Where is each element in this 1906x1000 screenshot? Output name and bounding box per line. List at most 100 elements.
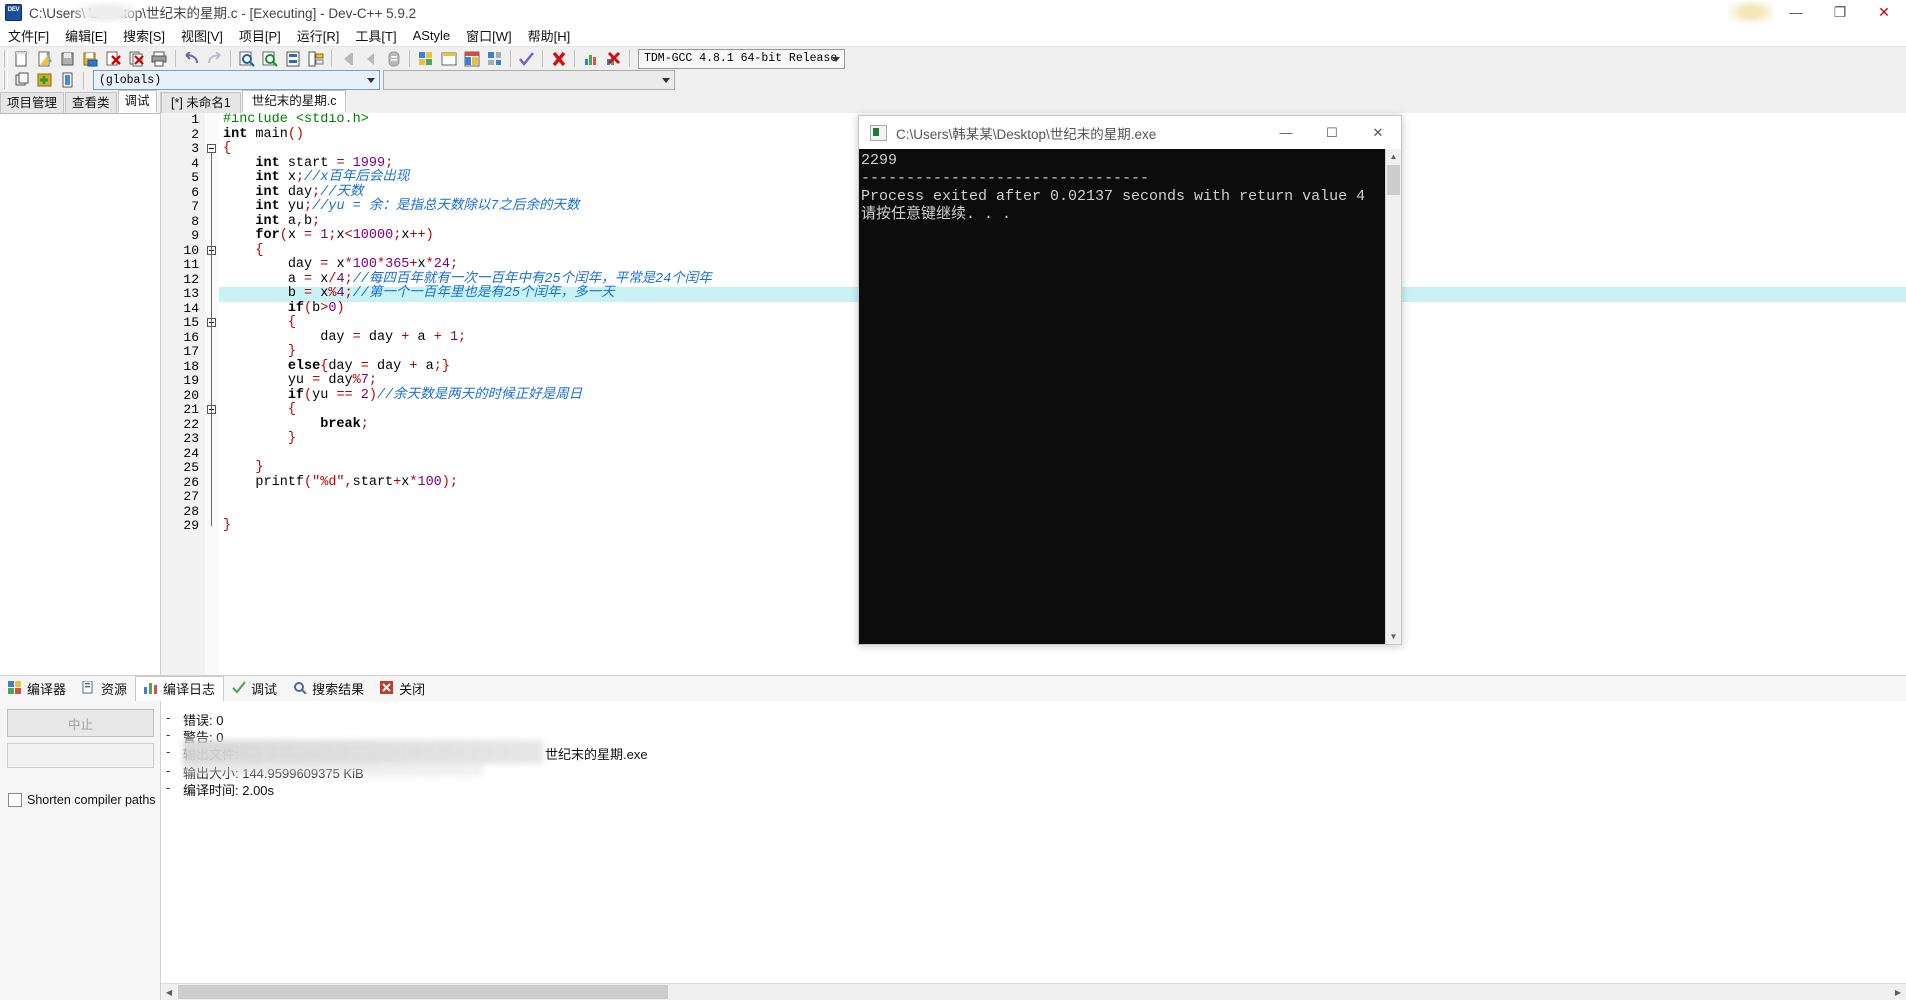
line-fold-cell[interactable] bbox=[205, 417, 219, 432]
bottom-tab-debug[interactable]: 调试 bbox=[224, 677, 285, 700]
undo-icon[interactable] bbox=[181, 49, 202, 68]
console-scroll-thumb[interactable] bbox=[1387, 165, 1400, 195]
line-fold-cell[interactable] bbox=[205, 185, 219, 200]
shorten-paths-checkbox[interactable] bbox=[8, 793, 22, 807]
line-fold-cell[interactable] bbox=[205, 301, 219, 316]
line-number: 24 bbox=[183, 445, 199, 461]
console-maximize-button[interactable]: ☐ bbox=[1309, 116, 1355, 149]
line-fold-cell[interactable] bbox=[205, 272, 219, 287]
bottom-tab-compiler[interactable]: 编译器 bbox=[0, 677, 74, 700]
line-fold-cell[interactable] bbox=[205, 388, 219, 403]
log-scroll-thumb[interactable] bbox=[178, 985, 668, 999]
back-icon[interactable] bbox=[337, 49, 358, 68]
compile-log-output[interactable]: - 错误: 0 - 警告: 0 - 输出文件: 世纪末的星期.exe - 输出大… bbox=[161, 701, 1906, 1000]
editor-tab-active-file[interactable]: 世纪末的星期.c bbox=[241, 90, 347, 113]
bottom-tab-search-results[interactable]: 搜索结果 bbox=[285, 677, 372, 700]
compiler-set-combobox[interactable]: TDM-GCC 4.8.1 64-bit Release bbox=[638, 48, 845, 69]
line-fold-cell[interactable] bbox=[205, 446, 219, 461]
toolbar-grip[interactable] bbox=[3, 49, 8, 68]
save-icon[interactable] bbox=[57, 49, 78, 68]
line-fold-cell[interactable] bbox=[205, 504, 219, 519]
menu-astyle[interactable]: AStyle bbox=[405, 26, 459, 45]
replace-icon[interactable] bbox=[259, 49, 280, 68]
line-fold-cell[interactable] bbox=[205, 287, 219, 302]
abort-button[interactable]: 中止 bbox=[7, 709, 154, 737]
add-to-project-icon[interactable] bbox=[34, 71, 55, 90]
log-horizontal-scrollbar[interactable]: ◀ ▶ bbox=[161, 983, 1906, 1000]
line-fold-cell[interactable] bbox=[205, 345, 219, 360]
compile-run-icon[interactable] bbox=[461, 49, 482, 68]
menu-file[interactable]: 文件[F] bbox=[0, 24, 57, 47]
menu-run[interactable]: 运行[R] bbox=[289, 24, 348, 47]
line-fold-cell[interactable] bbox=[205, 374, 219, 389]
shorten-paths-row[interactable]: Shorten compiler paths bbox=[8, 793, 156, 807]
editor-tab-untitled1[interactable]: [*] 未命名1 bbox=[161, 92, 241, 113]
console-close-button[interactable]: ✕ bbox=[1355, 116, 1401, 149]
close-file-icon[interactable] bbox=[103, 49, 124, 68]
syntax-check-icon[interactable] bbox=[516, 49, 537, 68]
compile-icon[interactable] bbox=[415, 49, 436, 68]
line-fold-cell[interactable] bbox=[205, 330, 219, 345]
line-fold-cell[interactable] bbox=[205, 214, 219, 229]
fold-collapse-icon[interactable] bbox=[207, 144, 216, 153]
remove-from-project-icon[interactable] bbox=[57, 71, 78, 90]
scroll-down-icon[interactable]: ▼ bbox=[1386, 629, 1401, 644]
line-fold-cell[interactable] bbox=[205, 359, 219, 374]
toolbar2-grip[interactable] bbox=[3, 71, 8, 89]
toggle-breakpoint-icon[interactable] bbox=[383, 49, 404, 68]
console-minimize-button[interactable]: — bbox=[1263, 116, 1309, 149]
redo-icon[interactable] bbox=[204, 49, 225, 68]
left-tab-classes[interactable]: 查看类 bbox=[65, 92, 117, 113]
menu-edit[interactable]: 编辑[E] bbox=[57, 24, 115, 47]
print-icon[interactable] bbox=[149, 49, 170, 68]
bottom-tab-compile-log[interactable]: 编译日志 bbox=[135, 675, 225, 702]
line-fold-cell[interactable] bbox=[205, 490, 219, 505]
scroll-right-icon[interactable]: ▶ bbox=[1890, 984, 1906, 1000]
project-new-icon[interactable] bbox=[11, 71, 32, 90]
minimize-button[interactable]: — bbox=[1774, 0, 1818, 24]
profile-icon[interactable] bbox=[580, 49, 601, 68]
bottom-tab-resources[interactable]: 资源 bbox=[74, 677, 135, 700]
debug-icon[interactable] bbox=[603, 49, 624, 68]
scroll-up-icon[interactable]: ▲ bbox=[1386, 149, 1401, 164]
bottom-tab-close[interactable]: 关闭 bbox=[372, 677, 433, 700]
forward-icon[interactable] bbox=[360, 49, 381, 68]
menu-help[interactable]: 帮助[H] bbox=[520, 24, 579, 47]
line-fold-cell[interactable] bbox=[205, 258, 219, 273]
line-fold-cell[interactable] bbox=[205, 461, 219, 476]
maximize-button[interactable]: ❐ bbox=[1818, 0, 1862, 24]
line-fold-cell[interactable] bbox=[205, 432, 219, 447]
program-console-window[interactable]: C:\Users\韩某某\Desktop\世纪末的星期.exe — ☐ ✕ 22… bbox=[858, 115, 1402, 645]
menu-window[interactable]: 窗口[W] bbox=[458, 24, 520, 47]
line-fold-cell[interactable] bbox=[205, 156, 219, 171]
scope-combobox[interactable]: (globals) bbox=[93, 70, 380, 90]
line-fold-cell[interactable] bbox=[205, 113, 219, 128]
scroll-left-icon[interactable]: ◀ bbox=[161, 984, 177, 1000]
console-output-area[interactable]: 2299 -------------------------------- Pr… bbox=[859, 149, 1401, 644]
class-combobox[interactable] bbox=[383, 70, 675, 90]
menu-tools[interactable]: 工具[T] bbox=[347, 24, 404, 47]
goto-function-icon[interactable] bbox=[305, 49, 326, 68]
console-scrollbar[interactable]: ▲ ▼ bbox=[1385, 149, 1401, 644]
run-icon[interactable] bbox=[438, 49, 459, 68]
line-fold-cell[interactable] bbox=[205, 229, 219, 244]
left-tab-project[interactable]: 项目管理 bbox=[0, 92, 65, 113]
save-all-icon[interactable] bbox=[80, 49, 101, 68]
open-file-icon[interactable] bbox=[34, 49, 55, 68]
close-button[interactable]: ✕ bbox=[1862, 0, 1906, 24]
new-file-icon[interactable] bbox=[11, 49, 32, 68]
line-fold-cell[interactable] bbox=[205, 519, 219, 534]
stop-execution-icon[interactable] bbox=[548, 49, 569, 68]
left-tab-debug[interactable]: 调试 bbox=[117, 90, 157, 113]
line-fold-cell[interactable] bbox=[205, 475, 219, 490]
rebuild-all-icon[interactable] bbox=[484, 49, 505, 68]
find-icon[interactable] bbox=[236, 49, 257, 68]
menu-project[interactable]: 项目[P] bbox=[231, 24, 289, 47]
line-fold-cell[interactable] bbox=[205, 171, 219, 186]
close-all-icon[interactable] bbox=[126, 49, 147, 68]
line-fold-cell[interactable] bbox=[205, 127, 219, 142]
menu-view[interactable]: 视图[V] bbox=[173, 24, 231, 47]
menu-search[interactable]: 搜索[S] bbox=[115, 24, 173, 47]
line-fold-cell[interactable] bbox=[205, 200, 219, 215]
goto-line-icon[interactable] bbox=[282, 49, 303, 68]
